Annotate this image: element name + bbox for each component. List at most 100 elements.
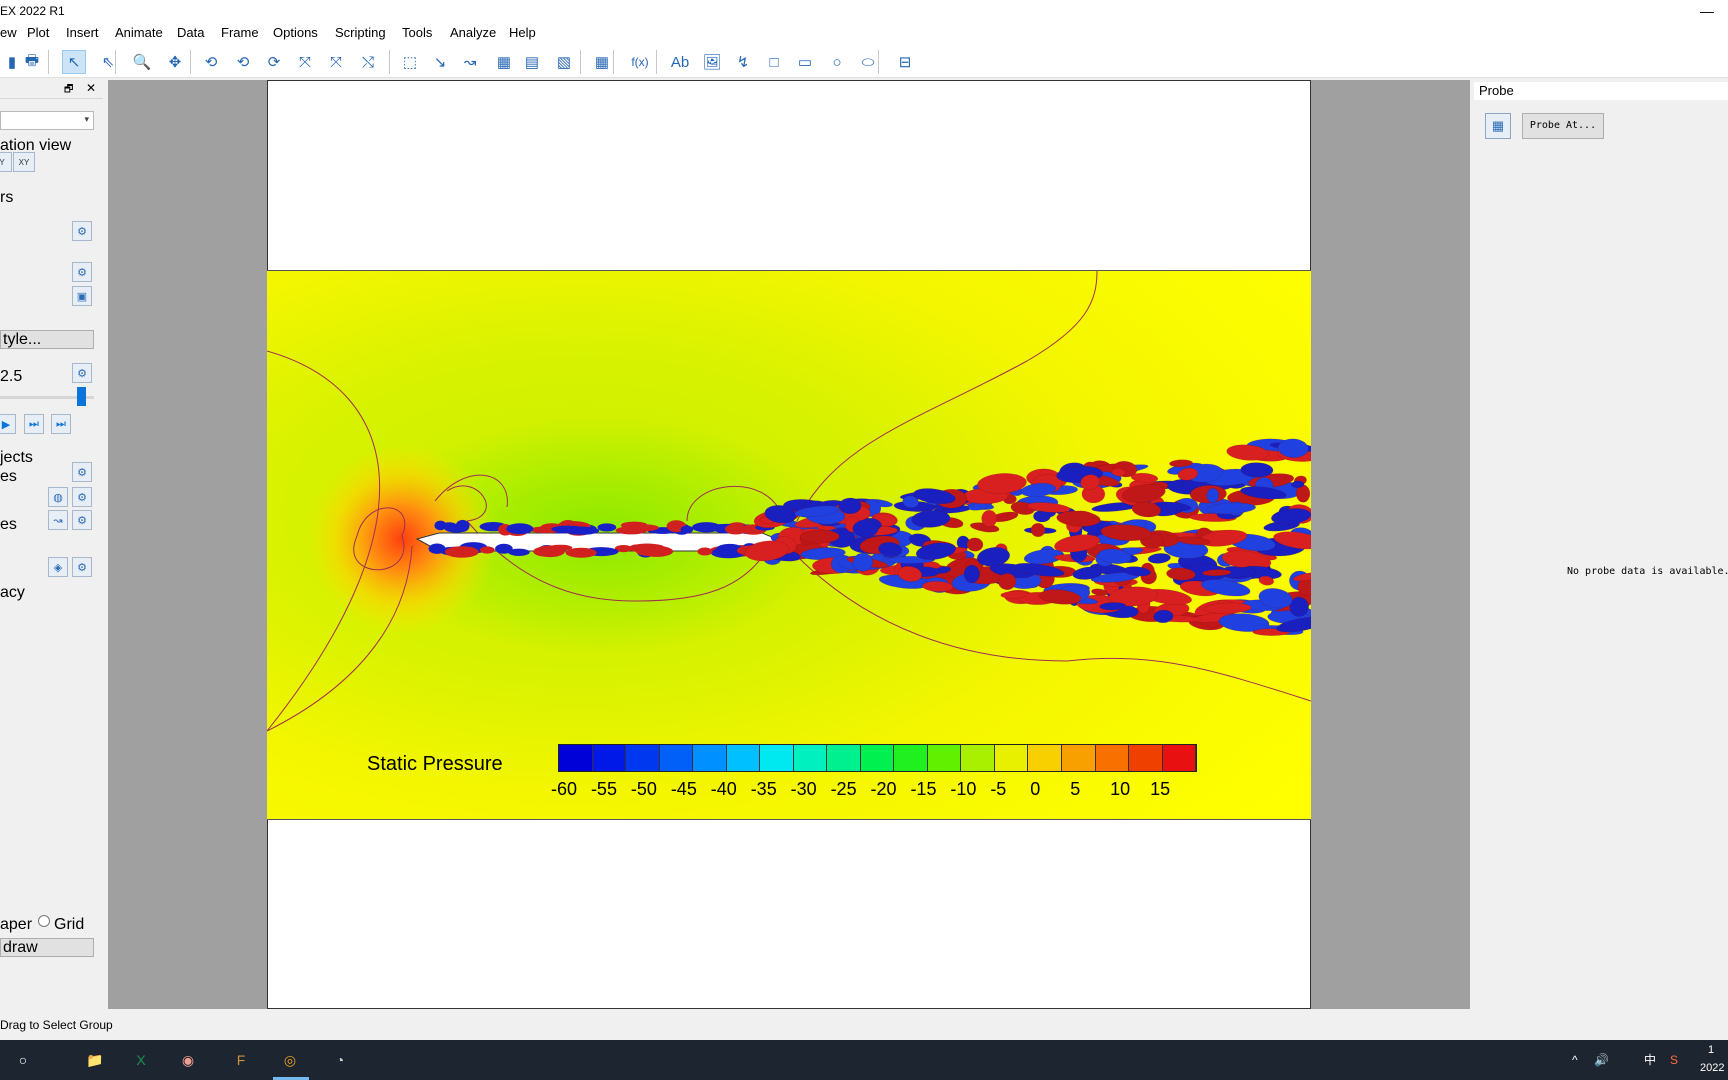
spherical-icon[interactable]: ⤧ [324,50,348,74]
transparency-icon[interactable]: ◈ [48,557,68,577]
rotate-z-icon[interactable]: ⟳ [262,50,286,74]
clock-date[interactable]: 2022 [1700,1058,1724,1080]
colormap-tick-label: -55 [590,779,617,799]
colormap-tick-label: -5 [990,779,1007,799]
time-settings-icon[interactable]: ⚙ [72,363,92,383]
app-icon[interactable]: ◉ [173,1045,203,1075]
axis-xy-button[interactable]: XY [13,152,35,172]
menu-tools[interactable]: Tools [402,22,432,44]
menu-data[interactable]: Data [177,22,204,44]
status-text: Drag to Select Group [0,1018,113,1032]
file-explorer-icon[interactable]: 📁 [80,1045,110,1075]
object-b-settings-icon[interactable]: ⚙ [72,487,92,507]
redraw-button[interactable]: draw [0,938,94,957]
input-language[interactable]: 中 [1644,1040,1656,1080]
contour-icon[interactable]: ▦ [492,50,516,74]
last-frame-icon[interactable]: ⏭ [51,414,71,434]
function-icon[interactable]: f(x) [628,50,652,74]
colormap-tick-label: -35 [750,779,777,799]
probe-point-icon[interactable]: ⬚ [398,50,422,74]
step-forward-icon[interactable]: ⏭ [24,414,44,434]
probe-grid-icon[interactable]: ▦ [590,50,614,74]
tecplot-icon[interactable]: ◎ [275,1045,305,1075]
adjust-arrow-icon[interactable]: ⇖ [96,50,120,74]
menu-scripting[interactable]: Scripting [335,22,386,44]
chevron-down-icon: ▾ [84,114,89,124]
print-icon[interactable]: 🖶 [20,50,44,74]
transparency-settings-icon[interactable]: ⚙ [72,557,92,577]
close-icon[interactable]: ✕ [86,81,96,95]
ellipse-icon[interactable]: ⬭ [856,50,880,74]
colormap-labels: -60 -55 -50 -45 -40 -35 -30 -25 -20 -15 -10 -5 0 5 10 1… [549,779,1229,803]
start-icon[interactable]: ○ [8,1045,38,1075]
rotate-y-icon[interactable]: ⟲ [231,50,255,74]
menu-plot[interactable]: Plot [27,22,49,44]
select-arrow-icon[interactable]: ↖ [62,50,86,74]
slice-icon[interactable]: ↝ [458,50,482,74]
menu-view[interactable]: ew [0,22,17,44]
image-icon[interactable]: 🖼 [700,50,724,74]
vortex-blob [697,547,713,556]
toolbar-separator [878,50,879,74]
toolbar-separator [48,50,49,74]
vortex-blob [535,545,565,558]
object-b-shade-icon[interactable]: ◍ [48,487,68,507]
frame-icon[interactable]: ⊟ [893,50,917,74]
menu-insert[interactable]: Insert [66,22,99,44]
object-a-settings-icon[interactable]: ⚙ [72,462,92,482]
contour-plot-frame[interactable]: Static Pressure -60 -55 -50 -45 -40 -35 -30 -25… [267,270,1311,820]
vortex-blob [565,547,597,558]
restore-icon[interactable]: 🗗 [64,82,73,99]
axis-y-button[interactable]: Y [0,152,12,172]
translate-icon[interactable]: ✥ [163,50,187,74]
rectangle-icon[interactable]: ▭ [793,50,817,74]
menu-frame[interactable]: Frame [221,22,259,44]
zoom-icon[interactable]: 🔍 [130,50,154,74]
play-icon[interactable]: ▶ [0,414,16,434]
geometry-icon[interactable]: ▤ [520,50,544,74]
text-icon[interactable]: Ab [668,50,692,74]
menu-animate[interactable]: Animate [115,22,163,44]
menu-options[interactable]: Options [273,22,318,44]
fluent-icon[interactable]: F [226,1045,256,1075]
sidebar [0,80,107,1010]
rotate-free-icon[interactable]: ⤭ [356,50,380,74]
plot-type-dropdown[interactable]: ▾ [0,111,94,130]
objects-label: jects [0,449,33,466]
colormap-cell [1028,745,1062,771]
sidebar-header: 🗗 ✕ [0,81,103,99]
streamtrace-icon[interactable]: ↘ [428,50,452,74]
colormap-cell [1061,745,1096,771]
probe-at-button[interactable]: Probe At... [1522,113,1604,139]
colormap-cell [1162,745,1197,771]
polyline-icon[interactable]: ↯ [731,50,755,74]
colormap-tick-label: 15 [1150,779,1171,799]
vortex-blob [963,564,980,584]
colormap-cell [626,745,660,771]
menu-bar: ew Plot Insert Animate Data Frame Option… [0,22,1728,44]
layer-settings-icon[interactable]: ⚙ [72,221,92,241]
zone-style-button[interactable]: tyle... [0,330,94,349]
layer-details-icon[interactable]: ⚙ [72,262,92,282]
roll-icon[interactable]: ⤧ [293,50,317,74]
colormap-cell [860,745,895,771]
probe-grid-icon[interactable]: ▦ [1485,113,1511,139]
tray-chevron-icon[interactable]: ^ [1572,1040,1578,1080]
time-slider-thumb[interactable] [77,387,86,406]
menu-help[interactable]: Help [509,22,536,44]
minimize-button[interactable]: — [1700,0,1714,22]
rotate-x-icon[interactable]: ⟲ [199,50,223,74]
square-icon[interactable]: □ [762,50,786,74]
layout-icon[interactable]: ▧ [552,50,576,74]
volume-icon[interactable]: 🔊 [1594,1040,1609,1080]
vortex-blob [551,525,585,533]
circle-icon[interactable]: ○ [825,50,849,74]
object-c-settings-icon[interactable]: ⚙ [72,510,92,530]
menu-analyze[interactable]: Analyze [450,22,496,44]
layer-zone-icon[interactable]: ▣ [72,286,92,306]
recorder-icon[interactable]: ◔ [325,1045,355,1075]
excel-icon[interactable]: X [126,1045,156,1075]
object-c-line-icon[interactable]: ↝ [48,510,68,530]
grid-radio[interactable] [38,915,50,927]
ime-icon[interactable]: S [1670,1040,1678,1080]
